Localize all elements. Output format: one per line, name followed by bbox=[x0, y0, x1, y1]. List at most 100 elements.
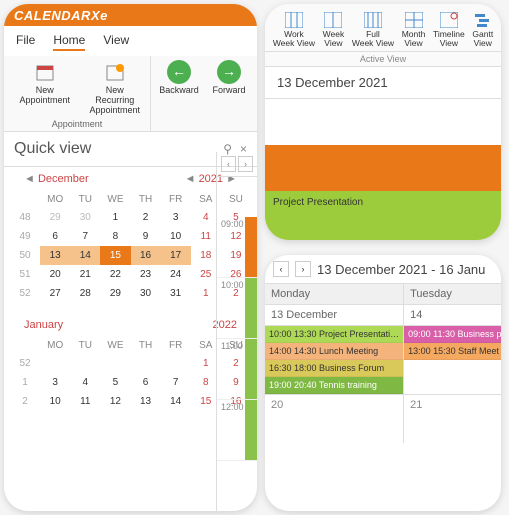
cal-day[interactable]: 3 bbox=[161, 208, 191, 227]
backward-button[interactable]: ← Backward bbox=[157, 60, 201, 96]
menu-home[interactable]: Home bbox=[53, 31, 85, 51]
clock-icon bbox=[433, 10, 465, 30]
cal-day[interactable]: 13 bbox=[131, 392, 161, 411]
cal-day[interactable]: 13 bbox=[40, 246, 70, 265]
day-view-panel: Work Week View Week View Full Week View … bbox=[265, 4, 501, 240]
grid-icon bbox=[273, 10, 315, 30]
day-timeline: ‹› 09:00 10:00 11:00 12:00 bbox=[216, 152, 257, 511]
event-allday[interactable] bbox=[265, 145, 501, 191]
cal-day[interactable]: 17 bbox=[161, 246, 191, 265]
new-recurring-button[interactable]: New Recurring Appointment bbox=[85, 60, 144, 116]
cal-day[interactable]: 6 bbox=[40, 227, 70, 246]
event-item[interactable]: 13:00 15:30 Staff Meet bbox=[404, 343, 501, 360]
week-nav: ‹ › 13 December 2021 - 16 Janu bbox=[265, 255, 501, 284]
date-cell[interactable]: 14 bbox=[404, 305, 501, 326]
week-grid: Monday 13 December 10:00 13:30 Project P… bbox=[265, 284, 501, 443]
date-cell[interactable]: 21 bbox=[404, 394, 501, 443]
month-view-button[interactable]: Month View bbox=[402, 10, 426, 49]
title-bar: CALENDARXe bbox=[4, 4, 257, 26]
timeline-view-button[interactable]: Timeline View bbox=[433, 10, 465, 49]
menu-file[interactable]: File bbox=[16, 31, 35, 51]
cal-day[interactable]: 29 bbox=[40, 208, 70, 227]
full-week-view-button[interactable]: Full Week View bbox=[352, 10, 394, 49]
event-item[interactable]: 10:00 13:30 Project Presentati… bbox=[265, 326, 403, 343]
grid-icon bbox=[352, 10, 394, 30]
cal-day[interactable]: 8 bbox=[100, 227, 130, 246]
calendar-december: MOTUWETHFRSASU 48293012345 496789101112 … bbox=[10, 191, 251, 303]
date-cell[interactable]: 13 December bbox=[265, 305, 403, 326]
week-view-panel: ‹ › 13 December 2021 - 16 Janu Monday 13… bbox=[265, 255, 501, 511]
cal-day[interactable]: 5 bbox=[100, 373, 130, 392]
cal-day[interactable]: 4 bbox=[70, 373, 100, 392]
cal-day[interactable]: 11 bbox=[70, 392, 100, 411]
prev-year-icon[interactable]: ◄ bbox=[185, 173, 196, 185]
work-week-view-button[interactable]: Work Week View bbox=[273, 10, 315, 49]
prev-month-icon[interactable]: ◄ bbox=[24, 173, 35, 185]
calendar-recurring-icon bbox=[85, 60, 144, 84]
cal-day[interactable]: 14 bbox=[70, 246, 100, 265]
gantt-view-button[interactable]: Gantt View bbox=[472, 10, 493, 49]
forward-button[interactable]: → Forward bbox=[207, 60, 251, 96]
cal-day[interactable]: 22 bbox=[100, 265, 130, 284]
event-block[interactable] bbox=[245, 278, 257, 338]
cal-day[interactable]: 16 bbox=[131, 246, 161, 265]
cal-day[interactable]: 6 bbox=[131, 373, 161, 392]
new-appointment-button[interactable]: New Appointment bbox=[10, 60, 79, 116]
cal-day-selected[interactable]: 15 bbox=[100, 246, 130, 265]
cal-day[interactable]: 20 bbox=[40, 265, 70, 284]
cal-day[interactable]: 27 bbox=[40, 284, 70, 303]
month-nav: ◄ December ◄ 2021 ► bbox=[10, 167, 251, 191]
cal-day[interactable]: 12 bbox=[100, 392, 130, 411]
cal-day[interactable]: 30 bbox=[131, 284, 161, 303]
cal-day[interactable]: 23 bbox=[131, 265, 161, 284]
cal-day[interactable]: 7 bbox=[161, 373, 191, 392]
cal-day[interactable]: 24 bbox=[161, 265, 191, 284]
week-view-button[interactable]: Week View bbox=[323, 10, 345, 49]
week-range: 13 December 2021 - 16 Janu bbox=[317, 262, 485, 277]
gantt-icon bbox=[472, 10, 493, 30]
event-project-presentation[interactable]: Project Presentation bbox=[265, 191, 501, 240]
main-window: CALENDARXe File Home View New Appointmen… bbox=[4, 4, 257, 511]
event-item[interactable]: 19:00 20:40 Tennis training bbox=[265, 377, 403, 394]
calendar-january: MOTUWETHFRSASU 5212 13456789 21011121314… bbox=[10, 337, 251, 411]
cal-day[interactable]: 21 bbox=[70, 265, 100, 284]
prev-week-button[interactable]: ‹ bbox=[273, 261, 289, 277]
cal-day[interactable]: 31 bbox=[161, 284, 191, 303]
cal-day[interactable]: 14 bbox=[161, 392, 191, 411]
event-block[interactable] bbox=[245, 400, 257, 460]
next-day-button[interactable]: › bbox=[238, 156, 253, 172]
cal-day[interactable]: 10 bbox=[40, 392, 70, 411]
cal-day[interactable]: 7 bbox=[70, 227, 100, 246]
event-item[interactable]: 09:00 11:30 Business p bbox=[404, 326, 501, 343]
cal-day[interactable]: 2 bbox=[131, 208, 161, 227]
cal-day[interactable]: 29 bbox=[100, 284, 130, 303]
day-date-header: 13 December 2021 bbox=[265, 67, 501, 99]
cal-day[interactable]: 30 bbox=[70, 208, 100, 227]
ribbon: New Appointment New Recurring Appointmen… bbox=[4, 56, 257, 132]
app-logo: CALENDARXe bbox=[14, 8, 108, 23]
event-item[interactable]: 14:00 14:30 Lunch Meeting bbox=[265, 343, 403, 360]
month-label: December bbox=[38, 173, 89, 185]
cal-day[interactable]: 9 bbox=[131, 227, 161, 246]
cal-day[interactable]: 1 bbox=[100, 208, 130, 227]
arrow-right-icon: → bbox=[217, 60, 241, 84]
active-view-label: Active View bbox=[265, 52, 501, 67]
arrow-left-icon: ← bbox=[167, 60, 191, 84]
event-block[interactable] bbox=[245, 217, 257, 277]
grid-icon bbox=[323, 10, 345, 30]
quickview-title: Quick view bbox=[14, 140, 91, 158]
grid-icon bbox=[402, 10, 426, 30]
event-block[interactable] bbox=[245, 339, 257, 399]
date-cell[interactable]: 20 bbox=[265, 394, 403, 443]
cal-day[interactable]: 28 bbox=[70, 284, 100, 303]
next-week-button[interactable]: › bbox=[295, 261, 311, 277]
event-item[interactable]: 16:30 18:00 Business Forum bbox=[265, 360, 403, 377]
ribbon-group-label: Appointment bbox=[10, 119, 144, 129]
cal-day[interactable]: 10 bbox=[161, 227, 191, 246]
prev-day-button[interactable]: ‹ bbox=[221, 156, 236, 172]
menu-view[interactable]: View bbox=[103, 31, 129, 51]
view-switcher: Work Week View Week View Full Week View … bbox=[265, 4, 501, 52]
col-header-tuesday: Tuesday bbox=[404, 284, 501, 305]
menu-bar: File Home View bbox=[4, 26, 257, 56]
cal-day[interactable]: 3 bbox=[40, 373, 70, 392]
